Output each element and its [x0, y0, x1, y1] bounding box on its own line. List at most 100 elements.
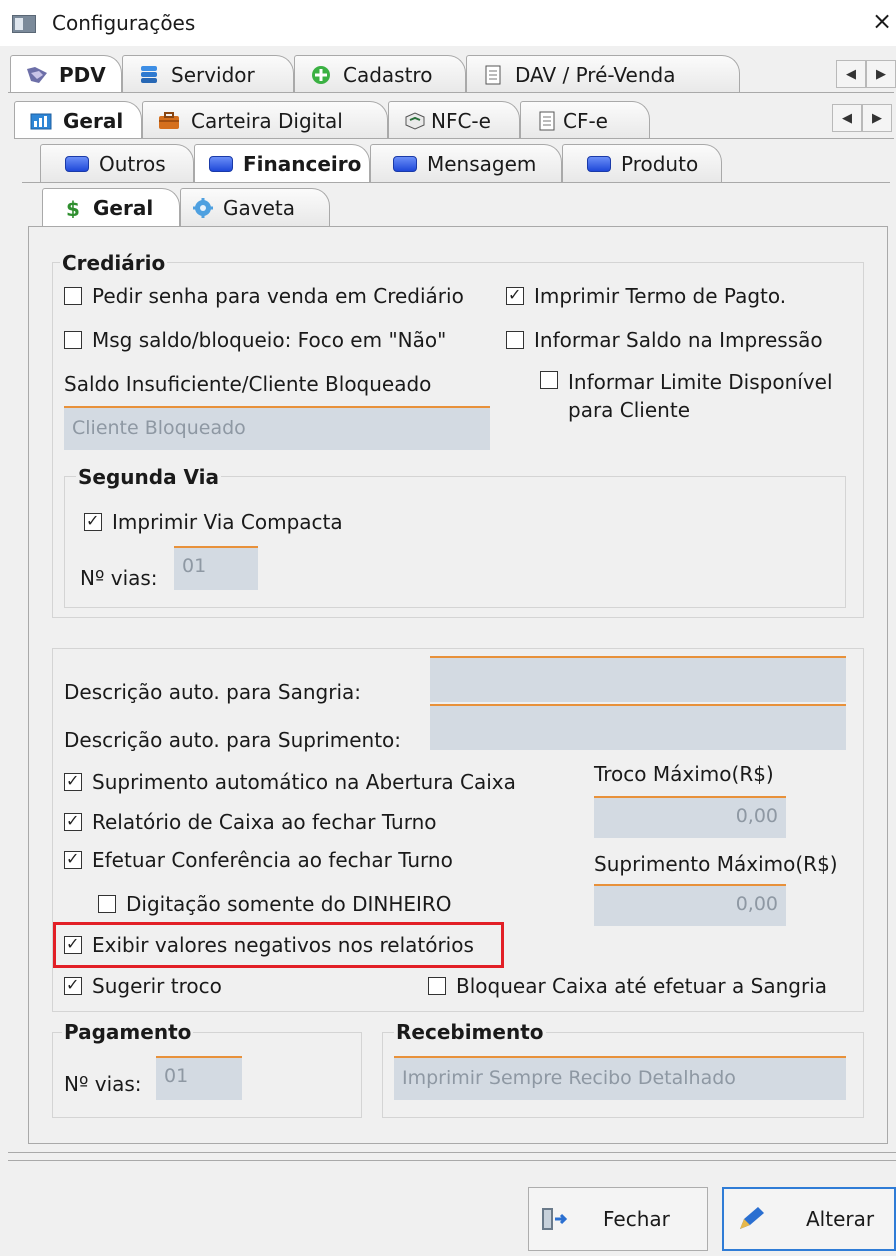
checkbox-label: Relatório de Caixa ao fechar Turno: [92, 810, 437, 834]
document-icon: [539, 111, 555, 130]
imprimir-termo-checkbox[interactable]: Imprimir Termo de Pagto.: [506, 283, 787, 308]
tab-blue-icon: [65, 155, 89, 172]
button-label: Alterar: [806, 1207, 875, 1231]
tab-label: Geral: [93, 195, 154, 220]
tab-label: Produto: [621, 151, 699, 176]
troco-max-field[interactable]: 0,00: [594, 796, 786, 838]
tab-label: PDV: [59, 62, 106, 87]
checkbox-label: Imprimir Termo de Pagto.: [534, 284, 787, 308]
checkbox-label: Informar Limite Disponível para Cliente: [568, 368, 833, 424]
pagamento-vias-label: Nº vias:: [64, 1072, 142, 1096]
suprimento-max-label: Suprimento Máximo(R$): [594, 852, 838, 876]
tab-outros[interactable]: Outros: [40, 144, 194, 182]
checkbox-box: [506, 331, 524, 349]
tab-mensagem[interactable]: Mensagem: [370, 144, 562, 182]
checkbox-box: [64, 331, 82, 349]
checkbox-label: Digitação somente do DINHEIRO: [126, 892, 452, 916]
tab-gaveta[interactable]: Gaveta: [180, 188, 330, 226]
checkbox-label: Sugerir troco: [92, 974, 222, 998]
pdv-icon: [27, 66, 47, 83]
tab-label: Carteira Digital: [191, 108, 343, 133]
checkbox-label: Imprimir Via Compacta: [112, 510, 343, 534]
exit-door-icon: [542, 1208, 568, 1230]
informar-limite-checkbox[interactable]: Informar Limite Disponível para Cliente: [540, 368, 833, 424]
document-icon: [485, 65, 501, 84]
tab-financeiro[interactable]: Financeiro: [194, 144, 370, 182]
plus-green-icon: [312, 65, 330, 84]
saldo-insuficiente-label: Saldo Insuficiente/Cliente Bloqueado: [64, 372, 432, 396]
tabs-scroll-right-button[interactable]: ▶: [866, 60, 896, 88]
checkbox-box: [64, 847, 82, 871]
relatorio-caixa-checkbox[interactable]: Relatório de Caixa ao fechar Turno: [64, 809, 437, 834]
crediario-legend: Crediário: [60, 251, 168, 275]
digitacao-dinheiro-checkbox[interactable]: Digitação somente do DINHEIRO: [98, 892, 452, 916]
tabs-scroll-left-button[interactable]: ◀: [836, 60, 866, 88]
tab-label: NFC-e: [431, 108, 491, 133]
tab-nfce[interactable]: NFC-e: [388, 101, 520, 139]
tab-label: DAV / Pré-Venda: [515, 62, 676, 87]
checkbox-label: Efetuar Conferência ao fechar Turno: [92, 848, 453, 872]
desc-suprimento-label: Descrição auto. para Suprimento:: [64, 728, 402, 752]
alterar-button[interactable]: Alterar: [722, 1187, 896, 1251]
imprimir-compacta-checkbox[interactable]: Imprimir Via Compacta: [84, 509, 343, 534]
checkbox-label: Informar Saldo na Impressão: [534, 328, 823, 352]
separator: [8, 1152, 896, 1153]
fechar-button[interactable]: Fechar: [528, 1187, 708, 1251]
informar-saldo-checkbox[interactable]: Informar Saldo na Impressão: [506, 328, 823, 352]
dollar-icon: $: [66, 198, 80, 218]
tab-dav[interactable]: DAV / Pré-Venda: [466, 55, 740, 93]
tab-carteira-digital[interactable]: Carteira Digital: [142, 101, 388, 139]
exibir-negativos-checkbox[interactable]: Exibir valores negativos nos relatórios: [64, 932, 474, 957]
tab-produto[interactable]: Produto: [562, 144, 722, 182]
tab-blue-icon: [393, 155, 417, 172]
close-icon[interactable]: ×: [872, 9, 892, 33]
checkbox-box: [64, 287, 82, 305]
pagamento-legend: Pagamento: [62, 1020, 194, 1044]
label-line-1: Informar Limite Disponível: [568, 370, 833, 394]
tab-geral-financeiro[interactable]: $ Geral: [42, 188, 180, 226]
checkbox-box: [64, 932, 82, 956]
troco-max-label: Troco Máximo(R$): [594, 762, 774, 786]
tabs-scroll-right-button[interactable]: ▶: [862, 104, 892, 132]
title-bar: Configurações ×: [0, 0, 896, 46]
tab-cadastro[interactable]: Cadastro: [294, 55, 466, 93]
recebimento-select[interactable]: Imprimir Sempre Recibo Detalhado: [394, 1056, 846, 1100]
checkbox-label: Msg saldo/bloqueio: Foco em "Não": [92, 328, 447, 352]
tabs-scroll-left-button[interactable]: ◀: [832, 104, 862, 132]
tab-label: Servidor: [171, 62, 255, 87]
pagamento-vias-field[interactable]: 01: [156, 1056, 242, 1100]
svg-text:$: $: [66, 198, 80, 218]
suprimento-auto-checkbox[interactable]: Suprimento automático na Abertura Caixa: [64, 769, 516, 794]
efetuar-conferencia-checkbox[interactable]: Efetuar Conferência ao fechar Turno: [64, 847, 453, 872]
bloquear-caixa-checkbox[interactable]: Bloquear Caixa até efetuar a Sangria: [428, 974, 827, 998]
button-label: Fechar: [603, 1207, 670, 1231]
saldo-insuficiente-field[interactable]: Cliente Bloqueado: [64, 406, 490, 450]
tab-servidor[interactable]: Servidor: [122, 55, 294, 93]
tab-geral[interactable]: Geral: [14, 101, 142, 139]
tab-label: Financeiro: [243, 151, 362, 176]
wallet-icon: [159, 111, 179, 129]
window-icon: [12, 15, 36, 33]
database-icon: [141, 65, 157, 83]
desc-suprimento-field[interactable]: [430, 704, 846, 750]
msg-saldo-checkbox[interactable]: Msg saldo/bloqueio: Foco em "Não": [64, 328, 446, 352]
tab-pdv[interactable]: PDV: [10, 55, 122, 93]
tab-cfe[interactable]: CF-e: [520, 101, 650, 139]
checkbox-box: [540, 371, 558, 389]
segunda-via-vias-label: Nº vias:: [80, 566, 158, 590]
pedir-senha-checkbox[interactable]: Pedir senha para venda em Crediário: [64, 284, 464, 308]
tab-blue-icon: [209, 155, 233, 172]
checkbox-label: Pedir senha para venda em Crediário: [92, 284, 464, 308]
recebimento-legend: Recebimento: [394, 1020, 546, 1044]
checkbox-box: [64, 769, 82, 793]
segunda-via-vias-field[interactable]: 01: [174, 546, 258, 590]
suprimento-max-field[interactable]: 0,00: [594, 884, 786, 926]
sugerir-troco-checkbox[interactable]: Sugerir troco: [64, 973, 222, 998]
desc-sangria-field[interactable]: [430, 656, 846, 702]
checkbox-label: Bloquear Caixa até efetuar a Sangria: [456, 974, 827, 998]
separator: [8, 1160, 896, 1161]
desc-sangria-label: Descrição auto. para Sangria:: [64, 680, 362, 704]
checkbox-box: [64, 809, 82, 833]
tab-label: Gaveta: [223, 195, 295, 220]
tab-divider: [14, 138, 894, 139]
